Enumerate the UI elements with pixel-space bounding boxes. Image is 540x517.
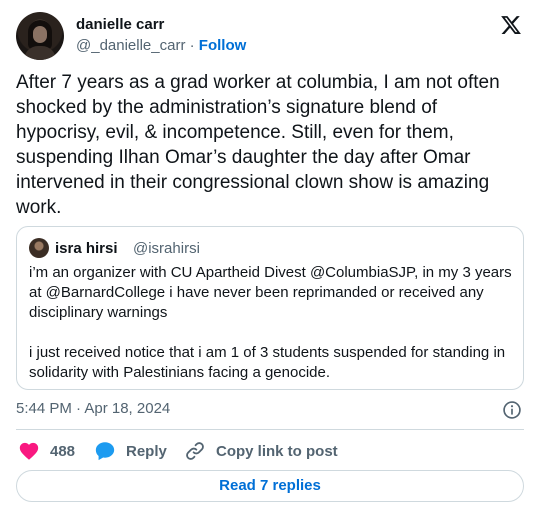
quoted-author-name: isra hirsi <box>55 240 118 257</box>
divider <box>16 429 524 430</box>
quoted-tweet[interactable]: isra hirsi @israhirsi i’m an organizer w… <box>16 226 524 390</box>
heart-icon <box>19 442 39 460</box>
quoted-paragraph: i’m an organizer with CU Apartheid Dives… <box>29 264 512 321</box>
x-logo-icon[interactable] <box>500 14 522 36</box>
copy-link-label: Copy link to post <box>216 442 338 460</box>
quoted-paragraph: i just received notice that i am 1 of 3 … <box>29 344 506 381</box>
author-name[interactable]: danielle carr <box>76 16 164 33</box>
reply-label: Reply <box>126 442 167 460</box>
copy-link-button[interactable]: Copy link to post <box>184 440 338 462</box>
tweet-text: After 7 years as a grad worker at columb… <box>16 72 500 218</box>
tweet-header: danielle carr @_danielle_carr · Follow <box>16 12 524 60</box>
author-handle-row: @_danielle_carr · Follow <box>76 37 246 54</box>
read-replies-button[interactable]: Read 7 replies <box>16 470 524 502</box>
action-bar: 488 Reply Copy link to post <box>16 440 524 462</box>
tweet-timestamp[interactable]: 5:44 PM · Apr 18, 2024 <box>16 400 170 417</box>
follow-button[interactable]: Follow <box>199 37 247 54</box>
reply-button[interactable]: Reply <box>94 440 167 462</box>
author-avatar[interactable] <box>16 12 64 60</box>
quoted-tweet-text: i’m an organizer with CU Apartheid Dives… <box>29 263 515 383</box>
speech-bubble-icon <box>95 442 115 461</box>
quoted-author-avatar <box>29 238 49 258</box>
link-icon <box>186 442 204 460</box>
like-button[interactable]: 488 <box>18 440 75 462</box>
info-icon[interactable] <box>502 400 522 420</box>
quoted-author-handle: @israhirsi <box>133 240 200 257</box>
handle-separator: · <box>189 37 195 54</box>
author-handle[interactable]: @_danielle_carr <box>76 37 185 54</box>
like-count: 488 <box>50 442 76 460</box>
